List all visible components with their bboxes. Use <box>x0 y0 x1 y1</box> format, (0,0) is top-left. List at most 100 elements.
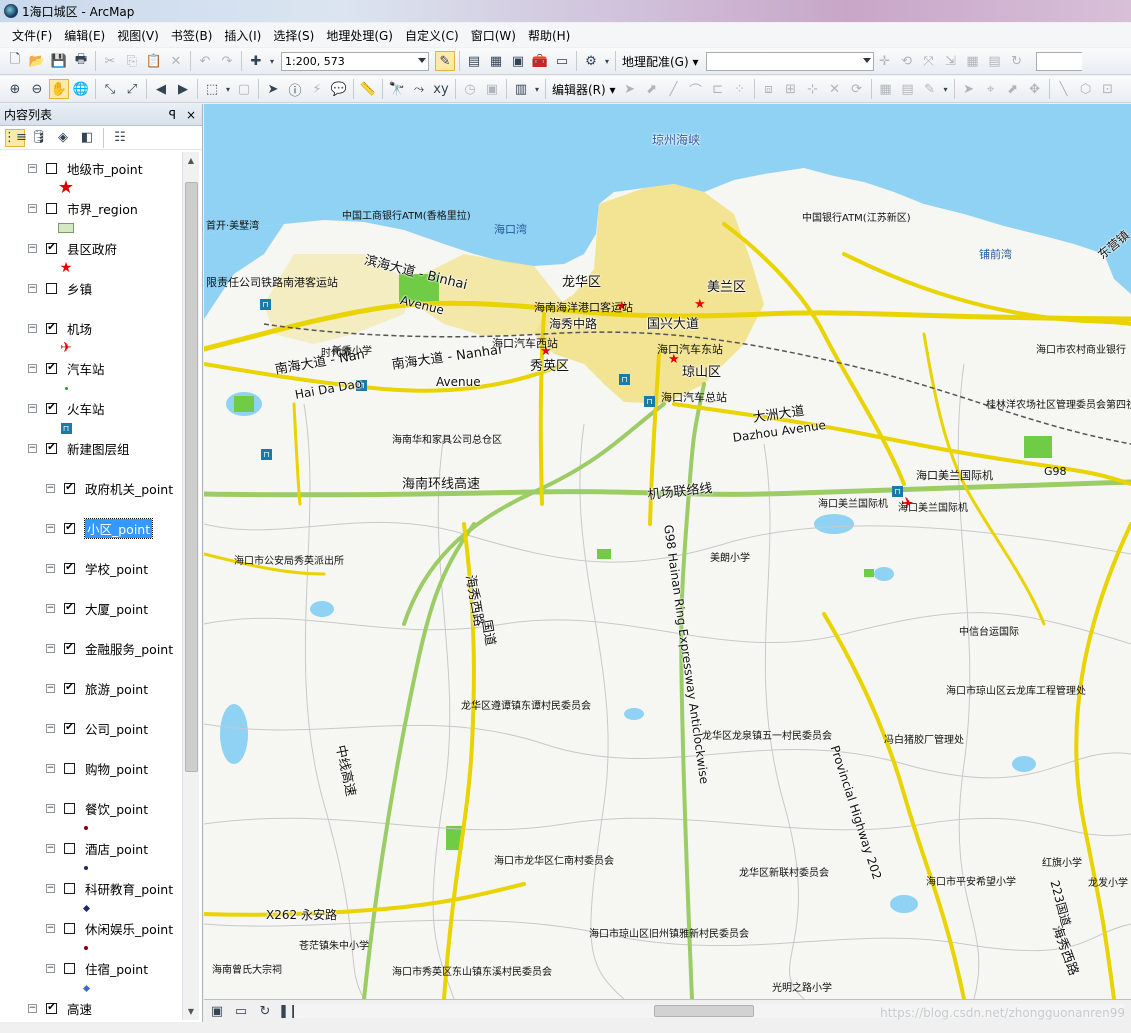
menu-item-0[interactable]: 文件(F) <box>6 25 58 46</box>
menu-item-3[interactable]: 书签(B) <box>165 25 219 46</box>
list-by-source-icon[interactable]: 🛢 <box>29 129 49 147</box>
layer-row[interactable]: − ✔ 金融服务_point <box>46 638 173 658</box>
edit-tool-icon[interactable]: ➤ <box>620 79 640 99</box>
layer-name[interactable]: 餐饮_point <box>85 799 148 818</box>
georeferencing-menu[interactable]: 地理配准(G) ▾ <box>619 53 702 70</box>
layer-visibility-checkbox[interactable] <box>64 802 75 814</box>
layer-name[interactable]: 科研教育_point <box>85 879 173 898</box>
fixed-zoom-out-icon[interactable]: ⤢ <box>122 79 142 99</box>
trace-icon[interactable]: ⊏ <box>708 79 728 99</box>
layer-collapse-icon[interactable]: − <box>46 723 55 733</box>
layer-collapse-icon[interactable]: − <box>46 523 55 533</box>
layer-visibility-checkbox[interactable]: ✔ <box>46 402 57 414</box>
layer-collapse-icon[interactable]: − <box>28 443 37 453</box>
layer-name[interactable]: 旅游_point <box>85 679 148 698</box>
layer-visibility-checkbox[interactable]: ✔ <box>46 322 57 334</box>
pan-hand-icon[interactable]: ✋ <box>49 79 69 99</box>
edit-annotation-icon[interactable]: ⬈ <box>642 79 662 99</box>
georef-move-icon[interactable]: ✥ <box>1025 79 1045 99</box>
list-by-visibility-icon[interactable]: ◈ <box>53 129 73 147</box>
layer-visibility-checkbox[interactable] <box>64 842 75 854</box>
layer-name[interactable]: 高速 <box>67 999 92 1018</box>
georef-extra-icon[interactable]: ⊡ <box>1098 79 1118 99</box>
layer-name[interactable]: 酒店_point <box>85 839 148 858</box>
attributes-icon[interactable]: ▦ <box>876 79 896 99</box>
data-view-icon[interactable]: ▣ <box>209 1003 225 1019</box>
layer-name[interactable]: 地级市_point <box>67 159 143 178</box>
layer-visibility-checkbox[interactable] <box>64 882 75 894</box>
layer-row[interactable]: − ✔ 高速 <box>28 998 92 1018</box>
reshape-icon[interactable]: ⊞ <box>781 79 801 99</box>
layer-collapse-icon[interactable]: − <box>46 763 55 773</box>
layer-collapse-icon[interactable]: − <box>28 323 37 333</box>
layer-collapse-icon[interactable]: − <box>28 203 37 213</box>
tools-options-icon[interactable]: ▾ <box>533 79 541 99</box>
scroll-down-icon[interactable]: ▼ <box>183 1003 199 1020</box>
time-slider-icon[interactable]: ◷ <box>460 79 480 99</box>
toolbar-options-icon[interactable]: ▾ <box>603 51 611 71</box>
layer-row[interactable]: − 市界_region <box>28 198 138 218</box>
toc-scrollbar[interactable]: ▲ ▼ <box>182 152 199 1020</box>
create-viewer-icon[interactable]: ▣ <box>482 79 502 99</box>
layer-row[interactable]: − 住宿_point <box>46 958 148 978</box>
layer-row[interactable]: − ✔ 旅游_point <box>46 678 148 698</box>
map-view[interactable]: ★ ★ ★ ★ ⊓ ⊓ ⊓ ⊓ ⊓ ⊓ ✈ 琼州海峡 海口湾 铺前湾 滨海大道 - Binhai Avenu… <box>204 104 1131 999</box>
layer-collapse-icon[interactable]: − <box>28 283 37 293</box>
layer-row[interactable]: − 酒店_point <box>46 838 148 858</box>
layer-row[interactable]: − 休闲娱乐_point <box>46 918 173 938</box>
layer-row[interactable]: − ✔ 政府机关_point <box>46 478 173 498</box>
menu-item-7[interactable]: 自定义(C) <box>399 25 465 46</box>
layer-collapse-icon[interactable]: − <box>46 923 55 933</box>
go-forward-extent-icon[interactable]: ▶ <box>173 79 193 99</box>
zoom-in-icon[interactable]: ⊕ <box>5 79 25 99</box>
layer-row[interactable]: − ✔ 公司_point <box>46 718 148 738</box>
layer-visibility-checkbox[interactable] <box>46 282 57 294</box>
editor-toolbar-icon[interactable]: ✎ <box>435 51 455 71</box>
layer-visibility-checkbox[interactable]: ✔ <box>46 442 57 454</box>
measure-icon[interactable]: 📏 <box>358 79 378 99</box>
layer-visibility-checkbox[interactable] <box>64 922 75 934</box>
editor-menu[interactable]: 编辑器(R) ▾ <box>549 81 619 98</box>
layer-name[interactable]: 大厦_point <box>85 599 148 618</box>
point-icon[interactable]: ⁘ <box>730 79 750 99</box>
pin-icon[interactable]: ꟼ <box>169 108 176 122</box>
scroll-thumb[interactable] <box>185 182 198 772</box>
zoom-out-icon[interactable]: ⊖ <box>27 79 47 99</box>
fixed-zoom-in-icon[interactable]: ⤡ <box>100 79 120 99</box>
layer-row[interactable]: − ✔ 小区_point <box>46 517 154 539</box>
toc-options-icon[interactable]: ☷ <box>110 129 130 147</box>
cut-icon[interactable]: ✂ <box>100 51 120 71</box>
layer-visibility-checkbox[interactable] <box>46 202 57 214</box>
menu-item-2[interactable]: 视图(V) <box>111 25 165 46</box>
layer-row[interactable]: − ✔ 新建图层组 <box>28 438 130 458</box>
clear-selection-icon[interactable]: ▢ <box>234 79 254 99</box>
editor-options-icon[interactable]: ▾ <box>942 79 950 99</box>
redo-icon[interactable]: ↷ <box>217 51 237 71</box>
layer-collapse-icon[interactable]: − <box>46 643 55 653</box>
layer-row[interactable]: − 购物_point <box>46 758 148 778</box>
identify-icon[interactable]: ⓘ <box>285 79 305 99</box>
layer-visibility-checkbox[interactable]: ✔ <box>64 642 75 654</box>
layer-visibility-checkbox[interactable]: ✔ <box>46 362 57 374</box>
toolbar-extra-combo[interactable] <box>1035 51 1082 71</box>
layer-collapse-icon[interactable]: − <box>46 563 55 573</box>
layer-visibility-checkbox[interactable]: ✔ <box>64 722 75 734</box>
menu-item-4[interactable]: 插入(I) <box>218 25 267 46</box>
layer-name[interactable]: 金融服务_point <box>85 639 173 658</box>
print-icon[interactable]: 🖶 <box>71 51 91 71</box>
list-by-selection-icon[interactable]: ◧ <box>77 129 97 147</box>
layer-collapse-icon[interactable]: − <box>46 843 55 853</box>
layer-visibility-checkbox[interactable]: ✔ <box>64 682 75 694</box>
scroll-up-icon[interactable]: ▲ <box>183 152 199 169</box>
layer-collapse-icon[interactable]: − <box>28 243 37 253</box>
go-to-xy-icon[interactable]: xy <box>431 79 451 99</box>
full-extent-globe-icon[interactable]: 🌐 <box>71 79 91 99</box>
layer-name[interactable]: 机场 <box>67 319 92 338</box>
layer-visibility-checkbox[interactable]: ✔ <box>64 562 75 574</box>
map-scroll-thumb[interactable] <box>654 1005 754 1017</box>
layer-name[interactable]: 乡镇 <box>67 279 92 298</box>
layer-visibility-checkbox[interactable] <box>46 162 57 174</box>
menu-item-5[interactable]: 选择(S) <box>267 25 320 46</box>
layer-visibility-checkbox[interactable] <box>64 762 75 774</box>
layer-name[interactable]: 公司_point <box>85 719 148 738</box>
